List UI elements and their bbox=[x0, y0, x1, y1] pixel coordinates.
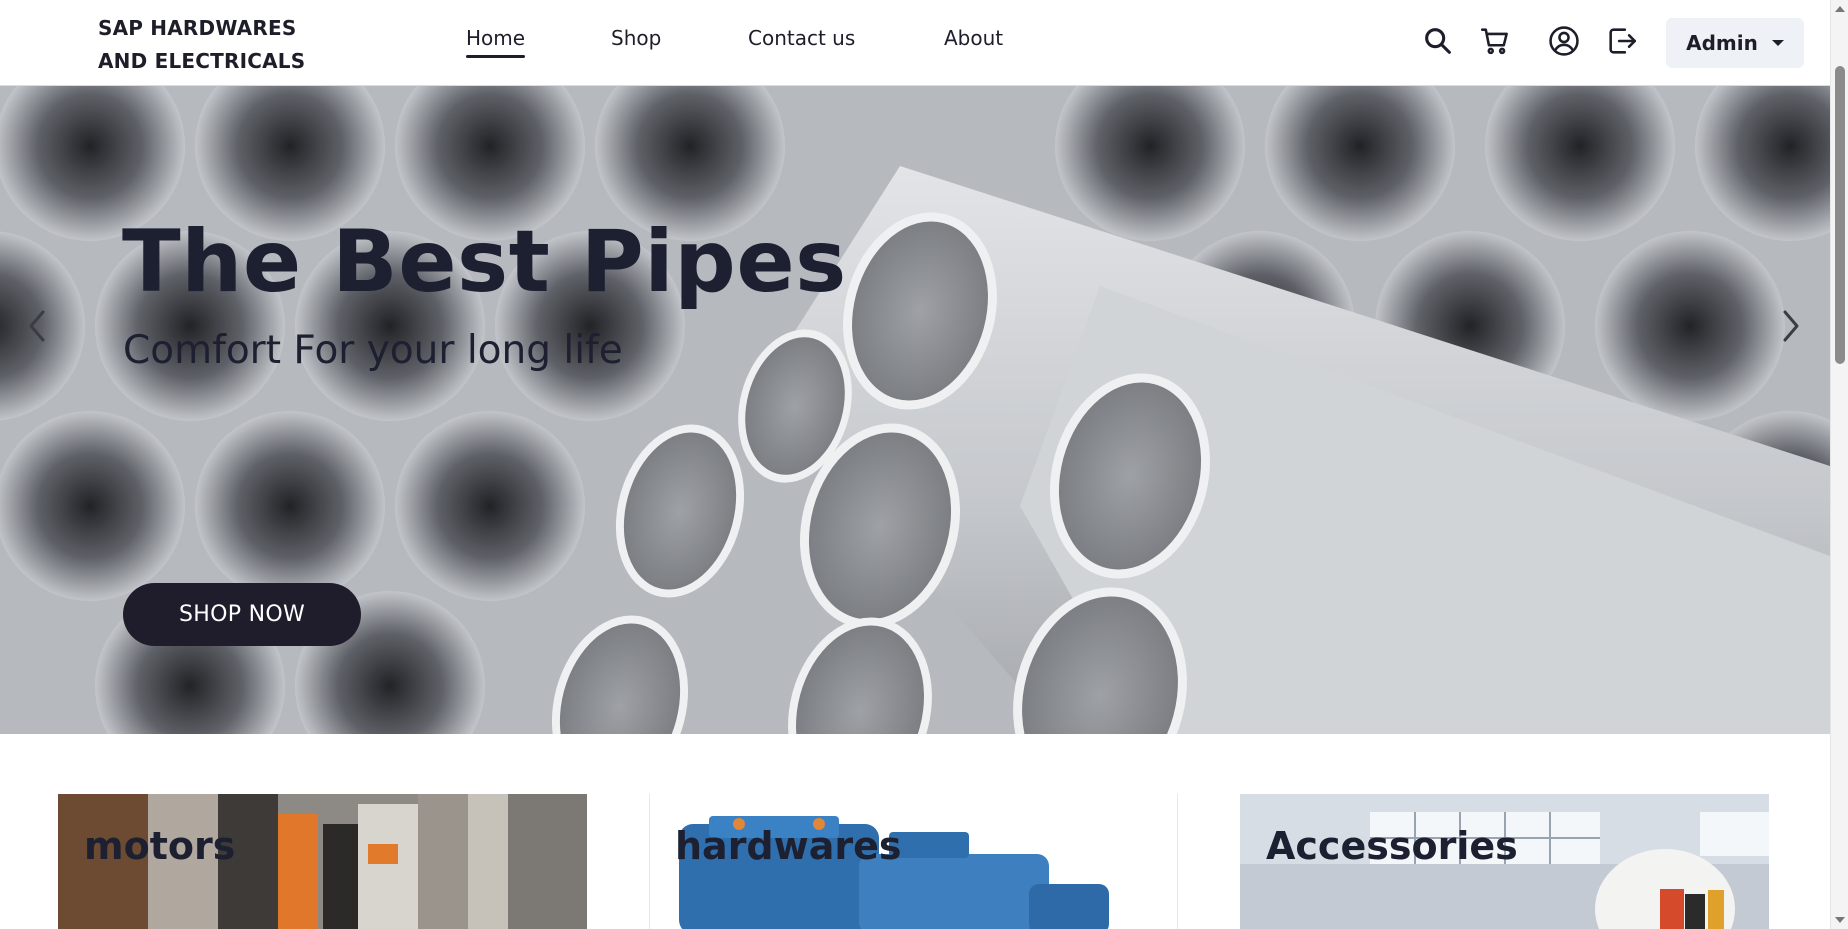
scrollbar-thumb[interactable] bbox=[1835, 66, 1845, 364]
hero-subtitle: Comfort For your long life bbox=[123, 328, 623, 373]
brand-logo[interactable]: SAP HARDWARES AND ELECTRICALS bbox=[98, 12, 328, 78]
hero-carousel: The Best Pipes Comfort For your long lif… bbox=[0, 86, 1830, 734]
category-section: motors hardwares Accessories bbox=[0, 734, 1830, 929]
scroll-up-arrow-icon[interactable] bbox=[1835, 6, 1845, 12]
carousel-next-button[interactable] bbox=[1776, 296, 1806, 356]
logout-icon[interactable] bbox=[1605, 24, 1639, 58]
hero-title: The Best Pipes bbox=[122, 212, 847, 312]
category-label-motors: motors bbox=[84, 824, 236, 868]
category-label-hardwares: hardwares bbox=[675, 824, 902, 868]
search-icon[interactable] bbox=[1421, 24, 1455, 58]
brand-line-2: AND ELECTRICALS bbox=[98, 49, 306, 73]
carousel-prev-button[interactable] bbox=[22, 296, 52, 356]
category-card-hardwares[interactable]: hardwares bbox=[649, 794, 1178, 929]
nav-about[interactable]: About bbox=[944, 26, 1003, 50]
page-scrollbar[interactable] bbox=[1830, 0, 1848, 929]
brand-line-1: SAP HARDWARES bbox=[98, 16, 297, 40]
nav-shop[interactable]: Shop bbox=[611, 26, 661, 50]
admin-label: Admin bbox=[1686, 31, 1758, 55]
scroll-down-arrow-icon[interactable] bbox=[1835, 917, 1845, 923]
admin-dropdown-button[interactable]: Admin bbox=[1666, 18, 1804, 68]
nav-home[interactable]: Home bbox=[466, 26, 526, 58]
site-header: SAP HARDWARES AND ELECTRICALS Home Shop … bbox=[0, 0, 1830, 86]
user-circle-icon[interactable] bbox=[1547, 24, 1581, 58]
category-card-motors[interactable]: motors bbox=[58, 794, 587, 929]
cart-icon[interactable] bbox=[1478, 24, 1512, 58]
chevron-right-icon bbox=[1783, 310, 1799, 342]
nav-contact-us[interactable]: Contact us bbox=[748, 26, 855, 50]
category-label-accessories: Accessories bbox=[1266, 824, 1518, 868]
shop-now-button[interactable]: SHOP NOW bbox=[123, 583, 361, 646]
chevron-down-icon bbox=[1771, 40, 1784, 46]
category-card-accessories[interactable]: Accessories bbox=[1240, 794, 1769, 929]
chevron-left-icon bbox=[29, 310, 45, 342]
